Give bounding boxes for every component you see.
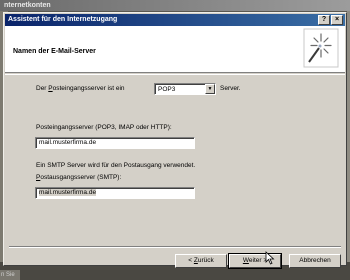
page-title: Namen der E-Mail-Server bbox=[13, 48, 96, 55]
smtp-note: Ein SMTP Server wird für den Postausgang… bbox=[36, 162, 196, 169]
close-button[interactable]: × bbox=[331, 15, 343, 25]
incoming-type-label: Der Posteingangsserver ist ein bbox=[36, 85, 125, 92]
dialog-title: Assistent für den Internetzugang bbox=[8, 16, 118, 23]
dialog-titlebar[interactable]: Assistent für den Internetzugang ? × bbox=[5, 14, 345, 26]
chevron-down-icon[interactable]: ▼ bbox=[205, 84, 215, 94]
outgoing-server-input[interactable]: mail.musterfirma.de bbox=[35, 187, 195, 199]
cancel-button[interactable]: Abbrechen bbox=[289, 254, 341, 268]
back-button-rest: urück bbox=[197, 257, 214, 264]
outgoing-server-value: mail.musterfirma.de bbox=[39, 189, 97, 196]
background-window-title: nternetkonten bbox=[0, 0, 350, 11]
wizard-header: Namen der E-Mail-Server bbox=[5, 26, 345, 73]
incoming-type-label-rest: osteingangsserver ist ein bbox=[52, 85, 125, 92]
background-status-text: n Sie bbox=[0, 270, 20, 280]
help-button[interactable]: ? bbox=[318, 15, 330, 25]
outgoing-server-label: Postausgangsserver (SMTP): bbox=[36, 174, 121, 181]
mouse-cursor-icon bbox=[265, 251, 275, 265]
incoming-server-label: Posteingangsserver (POP3, IMAP oder HTTP… bbox=[36, 124, 172, 131]
outgoing-server-label-rest: ostausgangsserver (SMTP): bbox=[40, 174, 122, 181]
header-separator bbox=[5, 74, 345, 75]
server-suffix-label: Server. bbox=[220, 85, 241, 92]
incoming-server-type-value: POP3 bbox=[158, 86, 176, 93]
incoming-server-value: mail.musterfirma.de bbox=[39, 139, 97, 146]
incoming-server-type-select[interactable]: POP3 ▼ bbox=[154, 83, 216, 95]
incoming-server-input[interactable]: mail.musterfirma.de bbox=[35, 137, 195, 149]
wizard-sparkle-icon bbox=[303, 28, 339, 68]
incoming-type-label-prefix: Der bbox=[36, 85, 49, 92]
internet-connection-wizard-dialog: Assistent für den Internetzugang ? × Nam… bbox=[3, 12, 347, 269]
footer-separator bbox=[9, 246, 341, 248]
back-button[interactable]: < Zurück bbox=[175, 254, 227, 268]
